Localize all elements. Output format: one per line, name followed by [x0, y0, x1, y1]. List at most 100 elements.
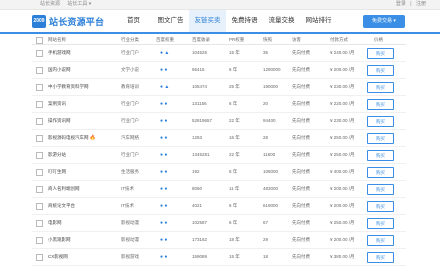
row-checkbox[interactable] — [36, 118, 43, 125]
snapshot-value: 67 — [263, 220, 269, 225]
buy-button[interactable]: 购买 — [367, 99, 394, 110]
table-row: 影视源码电视汽车网🔥 汽车网络 ● ● 1253 16 年 28 先向付费 ¥ 250.00 … — [32, 130, 406, 147]
nav-home[interactable]: 首页 — [115, 10, 152, 32]
row-checkbox[interactable] — [36, 101, 43, 108]
pr-value: 22 年 — [229, 152, 240, 157]
category: 文学小说 — [121, 67, 139, 72]
col-site-name[interactable]: 网站名称 — [48, 35, 66, 44]
nav-free[interactable]: 免费持语 — [226, 10, 263, 32]
select-all-checkbox[interactable] — [36, 37, 43, 44]
row-checkbox[interactable] — [36, 186, 43, 193]
pr-value: 15 年 — [229, 254, 240, 259]
category: 行业门户 — [121, 50, 139, 55]
buy-button[interactable]: 购买 — [367, 150, 394, 161]
col-payment[interactable]: 访客 — [292, 35, 301, 44]
site-logo[interactable]: 2009 站长资源平台 — [32, 14, 104, 28]
row-checkbox[interactable] — [36, 84, 43, 91]
snapshot-value: 106000 — [263, 169, 279, 174]
row-checkbox[interactable] — [36, 135, 43, 142]
col-pr[interactable]: PR权重 — [229, 35, 244, 44]
site-name[interactable]: 中小学教育资料学网 — [48, 79, 89, 95]
pr-value: 11 年 — [229, 186, 240, 191]
main-header: 2009 站长资源平台 首页 图文广告 友链买卖 免费持语 流量交换 网站排行 … — [0, 10, 440, 34]
category: 影视动漫 — [121, 220, 139, 225]
site-name[interactable]: 操作资讯网 — [48, 113, 71, 129]
site-name[interactable]: 商统论文平台 — [48, 198, 75, 214]
weight-icons: ● ● — [160, 118, 168, 124]
col-snapshot[interactable]: 快照 — [263, 35, 272, 44]
col-baidu-weight[interactable]: 百度权重 — [156, 35, 174, 44]
payment-method: 先向付费 — [292, 169, 310, 174]
category: 行业门户 — [121, 101, 139, 106]
site-name[interactable]: 小黑观影网 — [48, 232, 71, 248]
site-name[interactable]: 叮叮生网 — [48, 164, 66, 180]
row-checkbox[interactable] — [36, 203, 43, 210]
logo-text: 站长资源平台 — [49, 16, 105, 27]
price: ¥ 220.00 /月 — [330, 101, 355, 106]
indexed-count: 104525 — [192, 50, 208, 55]
table-row: 手机游戏网 行业门户 ● ▲ 104525 15 年 35 先向付费 ¥ 240.00 /月 购… — [32, 45, 406, 62]
pr-value: 6 年 — [229, 67, 238, 72]
nav-site-ranking[interactable]: 网站排行 — [300, 10, 337, 32]
buy-button[interactable]: 购买 — [367, 48, 394, 59]
pr-value: 16 年 — [229, 135, 240, 140]
nav-links-trade[interactable]: 友链买卖 — [189, 10, 226, 32]
row-checkbox[interactable] — [36, 237, 43, 244]
buy-button[interactable]: 购买 — [367, 184, 394, 195]
site-name[interactable]: 电影网 — [48, 215, 62, 231]
buy-button[interactable]: 购买 — [367, 167, 394, 178]
buy-button[interactable]: 购买 — [367, 133, 394, 144]
buy-button[interactable]: 购买 — [367, 82, 394, 93]
utility-link-tools[interactable]: 站长工具 ▾ — [67, 1, 91, 7]
indexed-count: 173162 — [192, 237, 208, 242]
row-checkbox[interactable] — [36, 50, 43, 57]
top-utility-bar: 站长资源 站长工具 ▾ 登录 | 注册 — [0, 0, 440, 10]
site-name[interactable]: 手机游戏网 — [48, 45, 71, 61]
site-name[interactable]: 国内小说网 — [48, 62, 71, 78]
row-checkbox[interactable] — [36, 152, 43, 159]
buy-button[interactable]: 购买 — [367, 252, 394, 263]
nav-traffic-exchange[interactable]: 流量交换 — [263, 10, 300, 32]
payment-method: 先向付费 — [292, 186, 310, 191]
site-name[interactable]: 商人名利端创网 — [48, 181, 80, 197]
site-name[interactable]: 影视源码电视汽车网🔥 — [48, 130, 96, 146]
login-link[interactable]: 登录 — [396, 1, 406, 7]
site-name[interactable]: 影游分站 — [48, 147, 66, 163]
buy-button[interactable]: 购买 — [367, 65, 394, 76]
payment-method: 先向付费 — [292, 203, 310, 208]
category: 行业门户 — [121, 118, 139, 123]
weight-icons: ● ● — [160, 254, 168, 260]
category: 行业门户 — [121, 152, 139, 157]
payment-method: 先向付费 — [292, 152, 310, 157]
publish-trade-button[interactable]: 免费交易 ▾ — [363, 15, 405, 28]
indexed-count: 102587 — [192, 220, 208, 225]
weight-icons: ● ● — [160, 237, 168, 243]
row-checkbox[interactable] — [36, 67, 43, 74]
nav-image-ads[interactable]: 图文广告 — [152, 10, 189, 32]
register-link[interactable]: 注册 — [416, 1, 426, 7]
buy-button[interactable]: 购买 — [367, 116, 394, 127]
row-checkbox[interactable] — [36, 220, 43, 227]
price: ¥ 240.00 /月 — [330, 50, 355, 55]
payment-method: 先向付费 — [292, 50, 310, 55]
col-category[interactable]: 行业分类 — [121, 35, 139, 44]
price: ¥ 250.00 /月 — [330, 220, 355, 225]
row-checkbox[interactable] — [36, 169, 43, 176]
hot-icon: 🔥 — [89, 135, 96, 141]
buy-button[interactable]: 购买 — [367, 201, 394, 212]
snapshot-value: 1290000 — [263, 67, 281, 72]
table-row: 中小学教育资料学网 教育培训 ● ▲ 105474 25 年 190000 先向付费 ¥ 23… — [32, 79, 406, 96]
col-baidu-indexed[interactable]: 百度收录 — [192, 35, 210, 44]
table-header: 网站名称 行业分类 百度权重 百度收录 PR权重 快照 访客 付款方式 价格 — [32, 35, 406, 45]
utility-link-resources[interactable]: 站长资源 — [40, 1, 60, 7]
table-row: 商人名利端创网 IT技术 ● ● 8060 11 年 483000 先向付费 ¥ 200.00… — [32, 181, 406, 198]
buy-button[interactable]: 购买 — [367, 235, 394, 246]
buy-button[interactable]: 购买 — [367, 218, 394, 229]
category: 生活服务 — [121, 169, 139, 174]
col-price[interactable]: 付款方式 — [330, 35, 348, 44]
utility-links: 站长资源 站长工具 ▾ — [40, 0, 97, 9]
table-row: 叮叮生网 生活服务 ● ● 192 6 年 106000 先向付费 ¥ 400.00 /月 购买 — [32, 164, 406, 181]
site-name[interactable]: 案例资讯 — [48, 96, 66, 112]
site-name[interactable]: CX影视网 — [48, 249, 68, 265]
weight-icons: ● ▲ — [160, 50, 170, 56]
